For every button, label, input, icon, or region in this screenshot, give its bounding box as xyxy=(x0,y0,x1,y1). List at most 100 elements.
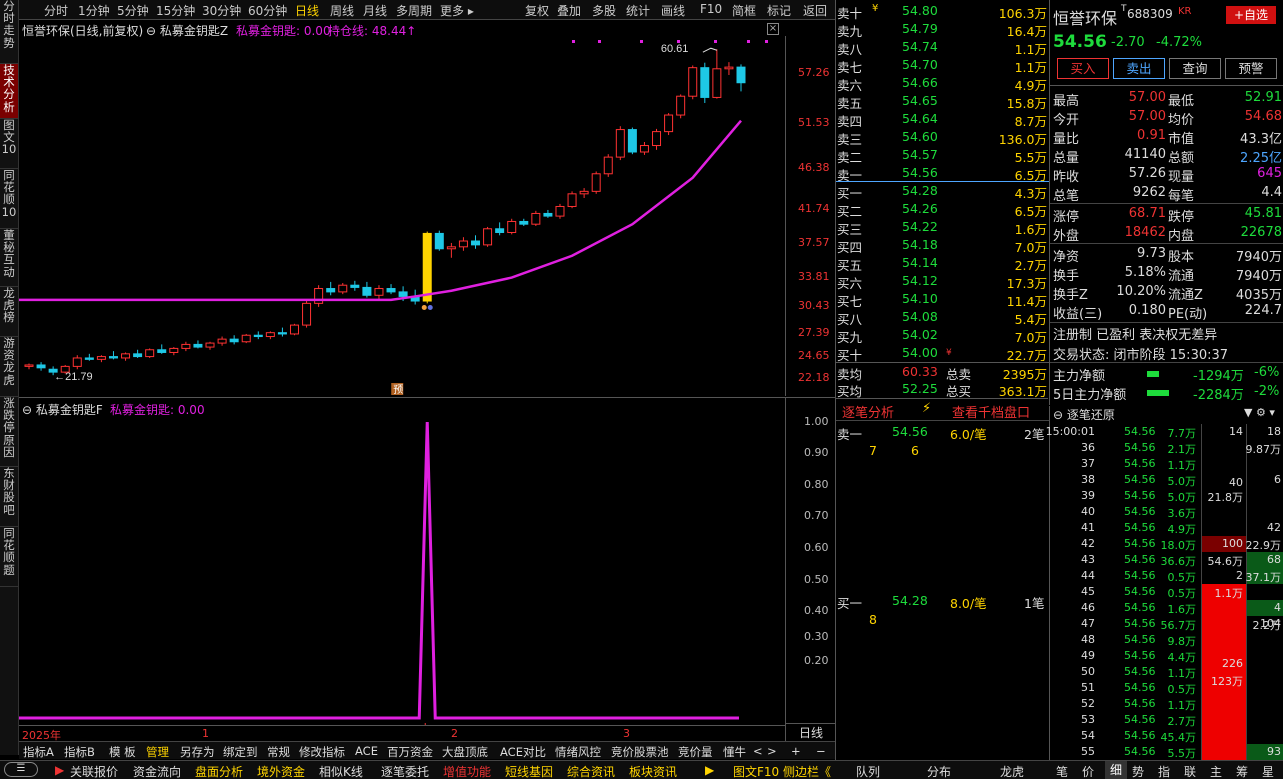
side-tab-detail[interactable]: 细 xyxy=(1105,761,1127,779)
side-tab-main[interactable]: 主 xyxy=(1210,763,1222,779)
tab-5min[interactable]: 5分钟 xyxy=(117,2,149,19)
status-next-icon[interactable]: ▶ xyxy=(705,763,714,777)
menu-toggle-icon[interactable]: ☰ xyxy=(4,762,38,777)
bid-row[interactable]: 买十 ¥54.00 22.7万 xyxy=(836,344,1049,363)
tab-monthly[interactable]: 月线 xyxy=(363,2,387,19)
bid-row[interactable]: 买九 54.02 7.0万 xyxy=(836,326,1049,345)
nav-ths-f10[interactable]: 同花顺10 xyxy=(0,169,18,229)
status-similar-k[interactable]: 相似K线 xyxy=(319,763,363,779)
nav-ths-topic[interactable]: 同花顺题 xyxy=(0,527,18,587)
tab-15min[interactable]: 15分钟 xyxy=(156,2,195,19)
zoom-out-icon[interactable]: − xyxy=(816,744,826,758)
candlestick-chart[interactable]: 60.61 ←21.79 预 xyxy=(19,36,785,396)
side-tab-chips[interactable]: 筹 xyxy=(1236,763,1248,779)
tool-overlay[interactable]: 叠加 xyxy=(557,2,581,19)
bid-row[interactable]: 买二 54.26 6.5万 xyxy=(836,200,1049,219)
ask-row[interactable]: 卖十 ¥54.80 106.3万 xyxy=(836,2,1049,21)
ask-row[interactable]: 卖六 54.66 4.9万 xyxy=(836,74,1049,93)
ask-row[interactable]: 卖五 54.65 15.8万 xyxy=(836,92,1049,111)
tick-list-title[interactable]: ⊖ 逐笔还原 xyxy=(1053,406,1115,423)
tab-ace-compare[interactable]: ACE对比 xyxy=(500,744,546,760)
tool-back[interactable]: 返回 xyxy=(803,2,827,19)
tab-more[interactable]: 更多 ▸ xyxy=(440,2,474,19)
nav-secretary[interactable]: 董秘互动 xyxy=(0,229,18,287)
tab-daily[interactable]: 日线 xyxy=(295,2,319,19)
buy-button[interactable]: 买入 xyxy=(1057,58,1109,79)
filter-icon[interactable]: ▼ ⚙ ▾ xyxy=(1244,406,1275,419)
bid-row[interactable]: 买五 54.14 2.7万 xyxy=(836,254,1049,273)
bid-row[interactable]: 买六 54.12 17.3万 xyxy=(836,272,1049,291)
add-watchlist-button[interactable]: +自选 xyxy=(1226,6,1276,24)
side-tab-price[interactable]: 价 xyxy=(1082,763,1094,779)
status-related-quote[interactable]: 关联报价 xyxy=(70,763,118,779)
panel-tab-queue[interactable]: 队列 xyxy=(856,763,880,779)
nav-limit-reason[interactable]: 涨跌停原因 xyxy=(0,397,18,467)
nav-technical[interactable]: 技术分析 xyxy=(0,64,18,119)
ask-row[interactable]: 卖三 54.60 136.0万 xyxy=(836,128,1049,147)
tool-f10[interactable]: F10 xyxy=(700,2,722,16)
tool-draw[interactable]: 画线 xyxy=(661,2,685,19)
side-tab-trend[interactable]: 势 xyxy=(1132,763,1144,779)
side-tab-tick[interactable]: 笔 xyxy=(1056,763,1068,779)
ask-row[interactable]: 卖一 54.56 6.5万 xyxy=(836,164,1049,183)
status-short-gene[interactable]: 短线基因 xyxy=(505,763,553,779)
status-foreign-funds[interactable]: 境外资金 xyxy=(257,763,305,779)
view-depth-link[interactable]: 查看千档盘口 xyxy=(952,402,1030,421)
tab-dongniu[interactable]: 懂牛 xyxy=(723,744,746,760)
nav-intraday[interactable]: 分时走势 xyxy=(0,0,18,64)
tab-1min[interactable]: 1分钟 xyxy=(78,2,110,19)
ask-row[interactable]: 卖四 54.64 8.7万 xyxy=(836,110,1049,129)
status-market-analysis[interactable]: 盘面分析 xyxy=(195,763,243,779)
tab-edit-indicator[interactable]: 修改指标 xyxy=(299,744,345,760)
tab-save-as[interactable]: 另存为 xyxy=(180,744,215,760)
tab-market-top-bottom[interactable]: 大盘顶底 xyxy=(442,744,488,760)
nav-hot-money[interactable]: 游资龙虎 xyxy=(0,337,18,397)
sell-button[interactable]: 卖出 xyxy=(1113,58,1165,79)
tool-mark[interactable]: 标记 xyxy=(767,2,791,19)
ask-row[interactable]: 卖九 54.79 16.4万 xyxy=(836,20,1049,39)
nav-f10[interactable]: 图文10 xyxy=(0,119,18,169)
panel-tab-distribution[interactable]: 分布 xyxy=(927,763,951,779)
tab-bind[interactable]: 绑定到 xyxy=(223,744,258,760)
tab-million-funds[interactable]: 百万资金 xyxy=(387,744,433,760)
status-f10-sidebar[interactable]: 图文F10 侧边栏《 xyxy=(733,763,831,779)
bid-row[interactable]: 买八 54.08 5.4万 xyxy=(836,308,1049,327)
tool-restore-rights[interactable]: 复权 xyxy=(525,2,549,19)
tab-manage[interactable]: 管理 xyxy=(146,744,169,760)
side-tab-star[interactable]: 星 xyxy=(1262,763,1274,779)
bid-row[interactable]: 买四 54.18 7.0万 xyxy=(836,236,1049,255)
tab-30min[interactable]: 30分钟 xyxy=(202,2,241,19)
tab-60min[interactable]: 60分钟 xyxy=(248,2,287,19)
tab-sentiment[interactable]: 情绪风控 xyxy=(555,744,601,760)
tool-simple-frame[interactable]: 简框 xyxy=(732,2,756,19)
tab-indicator-a[interactable]: 指标A xyxy=(23,744,54,760)
tab-intraday[interactable]: 分时 xyxy=(44,2,68,19)
tab-multi-period[interactable]: 多周期 xyxy=(396,2,432,19)
tab-indicator-b[interactable]: 指标B xyxy=(64,744,95,760)
tab-weekly[interactable]: 周线 xyxy=(330,2,354,19)
status-fund-flow[interactable]: 资金流向 xyxy=(133,763,181,779)
scroll-left-icon[interactable]: < xyxy=(753,744,763,758)
tool-multi-stock[interactable]: 多股 xyxy=(592,2,616,19)
tab-normal[interactable]: 常规 xyxy=(267,744,290,760)
bid-row[interactable]: 买一 54.28 4.3万 xyxy=(836,182,1049,201)
close-icon[interactable]: × xyxy=(767,23,779,35)
tool-stats[interactable]: 统计 xyxy=(626,2,650,19)
status-value-added[interactable]: 增值功能 xyxy=(443,763,491,779)
panel-tab-dragon[interactable]: 龙虎 xyxy=(1000,763,1024,779)
ask-row[interactable]: 卖二 54.57 5.5万 xyxy=(836,146,1049,165)
nav-forum[interactable]: 东财股吧 xyxy=(0,467,18,527)
tab-ace[interactable]: ACE xyxy=(355,744,378,758)
zoom-in-icon[interactable]: + xyxy=(791,744,801,758)
status-tick-orders[interactable]: 逐笔委托 xyxy=(381,763,429,779)
tab-template[interactable]: 模 板 xyxy=(109,744,136,760)
side-tab-link[interactable]: 联 xyxy=(1184,763,1196,779)
tab-auction-pool[interactable]: 竞价股票池 xyxy=(611,744,669,760)
scroll-right-icon[interactable]: > xyxy=(767,744,777,758)
ask-row[interactable]: 卖八 54.74 1.1万 xyxy=(836,38,1049,57)
status-sector-news[interactable]: 板块资讯 xyxy=(629,763,677,779)
query-button[interactable]: 查询 xyxy=(1169,58,1221,79)
side-tab-index[interactable]: 指 xyxy=(1158,763,1170,779)
status-news[interactable]: 综合资讯 xyxy=(567,763,615,779)
bid-row[interactable]: 买三 54.22 1.6万 xyxy=(836,218,1049,237)
